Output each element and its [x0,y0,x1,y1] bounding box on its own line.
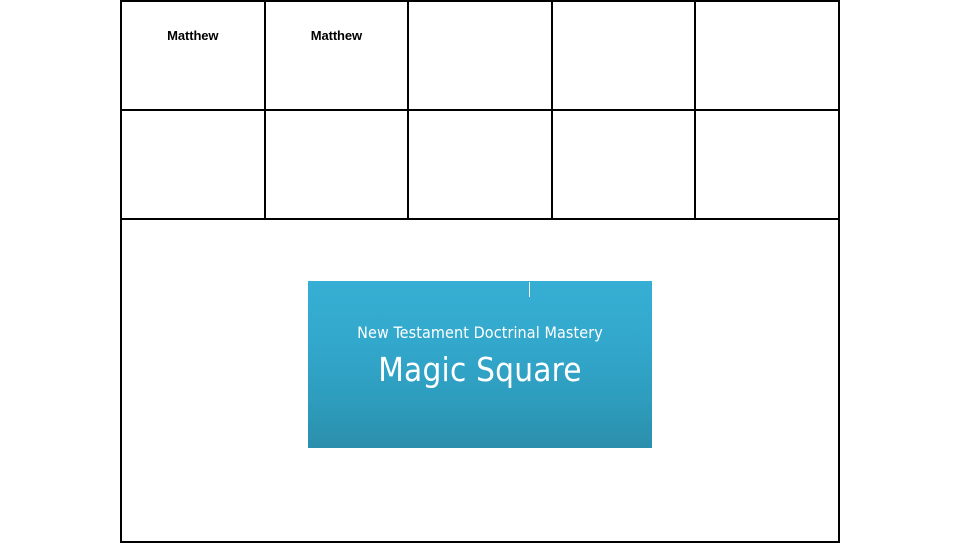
table-cell-r2c4[interactable] [550,109,697,220]
table-cell-r1c5[interactable] [694,0,840,111]
table-cell-r2c2[interactable] [263,109,410,220]
table-cell-r2c3[interactable] [407,109,553,220]
table-cell-text: Matthew [310,28,363,43]
table-row[interactable]: Matthew Matthew [120,0,840,111]
text-cursor-icon [529,282,530,297]
title-subtitle: New Testament Doctrinal Mastery [357,323,603,342]
table-row[interactable] [120,109,840,220]
table-cell-r1c3[interactable] [407,0,553,111]
table-cell-r1c4[interactable] [550,0,697,111]
slide-canvas: Matthew Matthew New Testament Doctrinal … [0,0,960,543]
table-cell-r1c1[interactable]: Matthew [120,0,266,111]
magic-square-table[interactable]: Matthew Matthew [120,0,840,543]
table-cell-text: Matthew [167,28,219,43]
table-cell-r2c5[interactable] [694,109,840,220]
title-text-box[interactable]: New Testament Doctrinal Mastery Magic Sq… [308,281,652,448]
table-cell-r1c2[interactable]: Matthew [263,0,410,111]
page-title: Magic Square [378,350,582,389]
table-cell-r2c1[interactable] [120,109,266,220]
